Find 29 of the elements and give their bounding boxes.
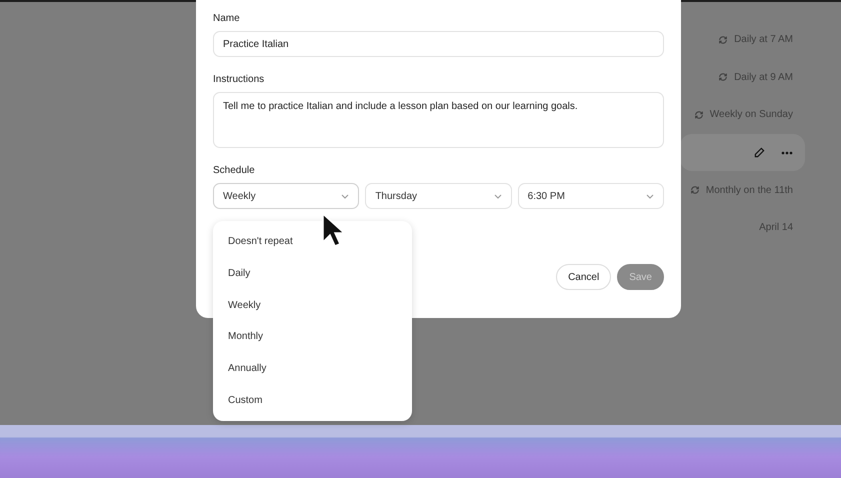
schedule-select[interactable]: Weekly — [213, 183, 360, 209]
instructions-field[interactable]: Tell me to practice Italian and include a lesson plan based on our learning goals. — [213, 92, 664, 148]
repeat-icon — [718, 72, 728, 82]
chevron-down-icon — [646, 194, 654, 198]
date-text: April 14 — [759, 222, 793, 234]
chevron-down-icon — [341, 194, 350, 198]
schedule-text: Daily at 7 AM — [734, 34, 793, 46]
schedule-text: Weekly on Sunday — [710, 109, 793, 120]
repeat-icon — [694, 110, 704, 120]
cancel-button[interactable]: Cancel — [556, 264, 612, 290]
repeat-icon — [718, 34, 728, 45]
menu-option[interactable]: Weekly — [213, 289, 412, 322]
schedule-select[interactable]: Thursday — [365, 183, 512, 209]
field-label: Schedule — [213, 165, 256, 176]
menu-option[interactable]: Daily — [213, 258, 412, 290]
repeat-icon — [690, 185, 700, 196]
chevron-down-icon — [494, 194, 502, 198]
menu-option[interactable]: Custom — [213, 384, 412, 416]
field-label: Instructions — [213, 74, 266, 85]
pencil-icon[interactable] — [754, 147, 765, 158]
menu-option[interactable]: Doesn't repeat — [213, 226, 412, 258]
more-icon[interactable] — [781, 150, 793, 155]
field-label: Name — [213, 13, 241, 24]
name-field[interactable]: Practice Italian — [213, 31, 664, 57]
schedule-select[interactable]: 6:30 PM — [518, 183, 664, 209]
schedule-text: Daily at 9 AM — [734, 72, 793, 83]
schedule-text: Monthly on the 11th — [706, 184, 793, 196]
menu-option[interactable]: Monthly — [213, 321, 412, 353]
menu-option[interactable]: Annually — [213, 352, 412, 384]
